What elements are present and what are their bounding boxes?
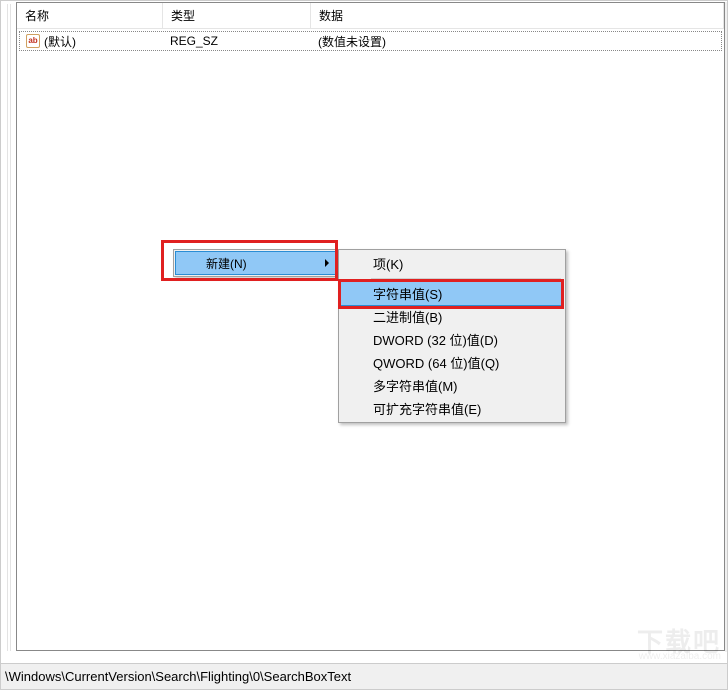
menu-item-string-value[interactable]: 字符串值(S): [340, 281, 564, 306]
menu-item-label: 新建(N): [206, 255, 247, 272]
vertical-scrollbar[interactable]: [725, 2, 727, 652]
cell-type: REG_SZ: [164, 34, 312, 48]
window-frame: 名称 类型 数据 ab (默认) REG_SZ (数值未设置) 新建(N) 项(…: [0, 0, 728, 690]
menu-item-label: 项(K): [373, 254, 403, 273]
menu-item-multi-string-value[interactable]: 多字符串值(M): [341, 374, 563, 397]
menu-item-label: QWORD (64 位)值(Q): [373, 353, 499, 372]
menu-item-binary-value[interactable]: 二进制值(B): [341, 305, 563, 328]
menu-item-label: 二进制值(B): [373, 307, 442, 326]
list-header: 名称 类型 数据: [17, 3, 724, 29]
menu-item-label: 可扩充字符串值(E): [373, 399, 481, 418]
status-bar: \Windows\CurrentVersion\Search\Flighting…: [1, 663, 727, 689]
watermark-url: www.xiazaiba.com: [639, 651, 721, 662]
menu-item-label: 字符串值(S): [373, 284, 442, 303]
column-header-name[interactable]: 名称: [17, 3, 163, 28]
column-header-type[interactable]: 类型: [163, 3, 311, 28]
context-submenu-new[interactable]: 项(K) 字符串值(S) 二进制值(B) DWORD (32 位)值(D) QW…: [338, 249, 566, 423]
splitter[interactable]: [7, 4, 11, 651]
menu-item-label: 多字符串值(M): [373, 376, 458, 395]
menu-item-qword-value[interactable]: QWORD (64 位)值(Q): [341, 351, 563, 374]
submenu-arrow-icon: [325, 259, 329, 267]
menu-item-key[interactable]: 项(K): [341, 252, 563, 275]
column-header-data[interactable]: 数据: [311, 3, 724, 28]
cell-data: (数值未设置): [312, 33, 721, 50]
string-value-icon: ab: [26, 34, 40, 48]
value-name: (默认): [44, 33, 76, 50]
status-path: \Windows\CurrentVersion\Search\Flighting…: [5, 669, 351, 684]
context-menu[interactable]: 新建(N): [173, 249, 338, 277]
menu-item-label: DWORD (32 位)值(D): [373, 330, 498, 349]
menu-separator: [371, 278, 561, 279]
menu-item-dword-value[interactable]: DWORD (32 位)值(D): [341, 328, 563, 351]
cell-name: ab (默认): [20, 33, 164, 50]
menu-item-expandable-string-value[interactable]: 可扩充字符串值(E): [341, 397, 563, 420]
menu-item-new[interactable]: 新建(N): [175, 251, 336, 275]
table-row[interactable]: ab (默认) REG_SZ (数值未设置): [19, 31, 722, 51]
